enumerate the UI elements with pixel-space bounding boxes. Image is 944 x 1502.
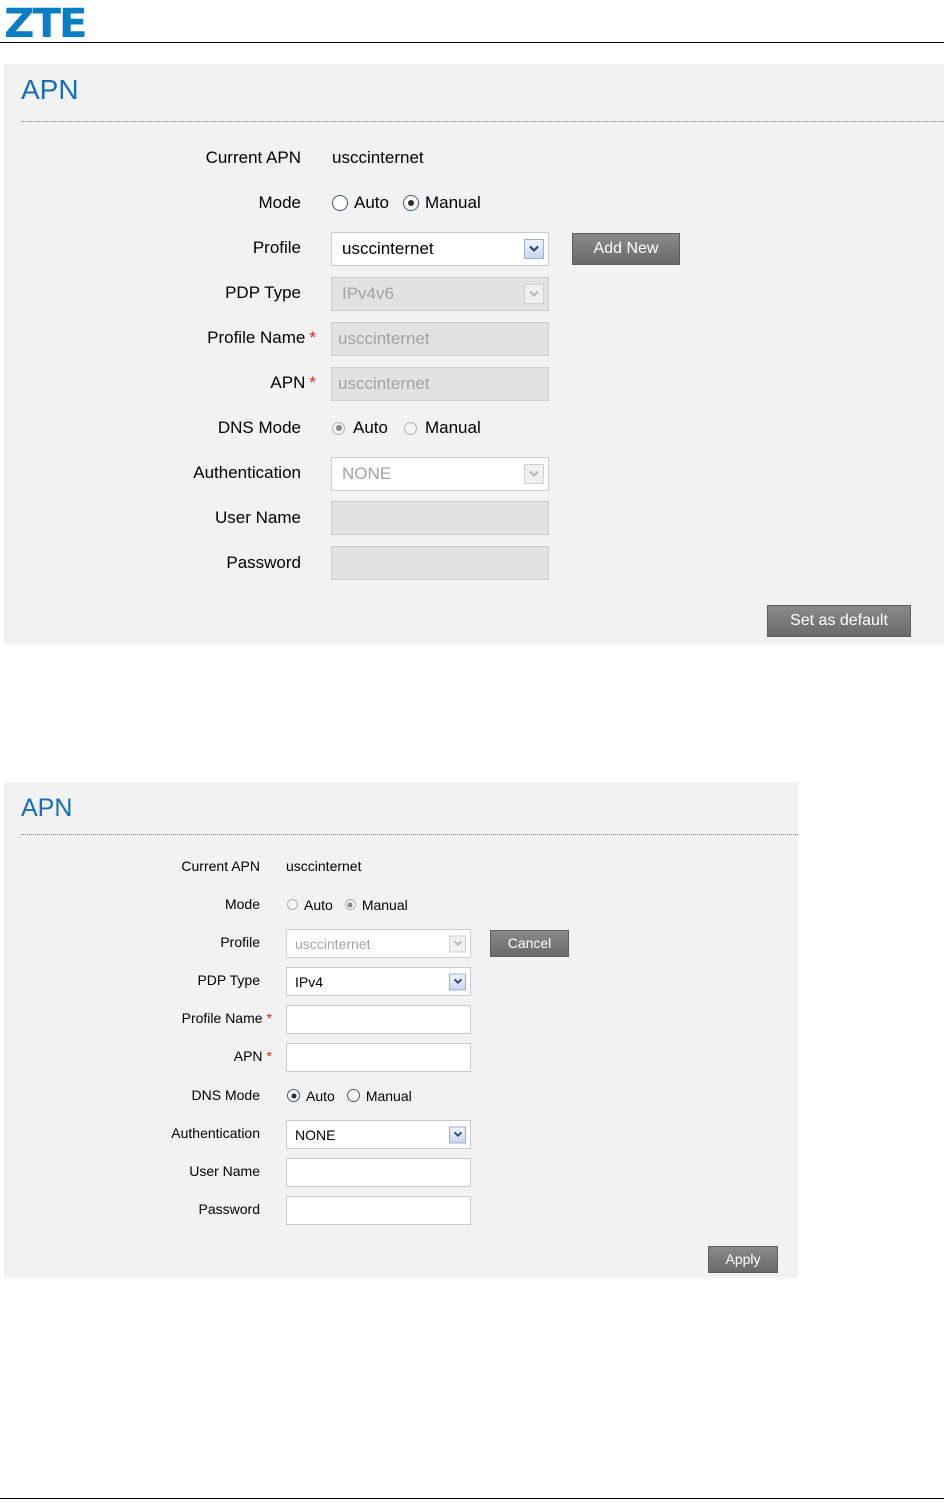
profile-select[interactable]: usccinternet [331, 232, 549, 266]
mode-manual-label: Manual [424, 193, 481, 212]
required-mark: * [266, 1010, 272, 1026]
profile-name-label-text: Profile Name [181, 1010, 263, 1026]
current-apn-value: usccinternet [286, 858, 362, 874]
required-mark: * [309, 373, 316, 392]
dns-manual-label: Manual [365, 1087, 412, 1104]
chevron-down-icon [524, 464, 544, 484]
chevron-down-icon [449, 935, 466, 952]
user-name-label: User Name [215, 508, 301, 527]
add-new-button[interactable]: Add New [572, 233, 680, 265]
apply-button[interactable]: Apply [708, 1246, 778, 1273]
profile-name-label: Profile Name * [182, 1010, 272, 1026]
mode-radio-group: Auto Manual [332, 193, 481, 213]
pdp-type-select[interactable]: IPv4 [286, 967, 471, 996]
authentication-label: Authentication [193, 463, 301, 482]
current-apn-value: usccinternet [332, 148, 424, 167]
panel-title: APN [21, 74, 79, 105]
mode-manual-label: Manual [361, 896, 408, 913]
dns-manual-radio[interactable] [346, 1089, 360, 1102]
pdp-type-select-value: IPv4 [295, 973, 324, 990]
password-label: Password [226, 553, 301, 572]
user-name-input[interactable] [331, 501, 549, 535]
authentication-select[interactable]: NONE [286, 1120, 471, 1149]
apn-input[interactable]: usccinternet [331, 367, 549, 401]
title-divider [21, 834, 798, 835]
dns-manual-radio[interactable] [403, 421, 417, 435]
profile-select-value: usccinternet [295, 935, 371, 952]
mode-auto-label: Auto [354, 193, 389, 212]
profile-select[interactable]: usccinternet [286, 929, 471, 958]
dns-mode-radio-group: Auto Manual [332, 418, 481, 438]
footer-divider [0, 1498, 944, 1499]
required-mark: * [266, 1048, 272, 1064]
authentication-select-value: NONE [295, 1126, 336, 1143]
dns-auto-radio[interactable] [332, 421, 345, 435]
password-input[interactable] [331, 546, 549, 580]
profile-name-input[interactable]: usccinternet [331, 322, 549, 356]
dns-auto-label: Auto [353, 418, 388, 437]
authentication-select[interactable]: NONE [331, 457, 549, 491]
apn-panel-add-new: APN Current APN usccinternet Mode Auto M… [4, 782, 798, 1278]
mode-auto-radio[interactable] [287, 899, 298, 910]
dns-auto-label: Auto [306, 1087, 335, 1104]
apn-input[interactable] [286, 1043, 471, 1072]
profile-label: Profile [220, 934, 260, 950]
chevron-down-icon [449, 973, 466, 990]
chevron-down-icon [524, 239, 544, 259]
pdp-type-select[interactable]: IPv4v6 [331, 277, 549, 311]
dns-auto-radio[interactable] [287, 1089, 300, 1102]
authentication-label: Authentication [171, 1125, 260, 1141]
profile-select-value: usccinternet [342, 239, 434, 258]
user-name-label: User Name [189, 1163, 260, 1179]
current-apn-label: Current APN [205, 148, 301, 167]
title-divider [21, 121, 944, 122]
password-label: Password [198, 1201, 260, 1217]
pdp-type-label: PDP Type [225, 283, 301, 302]
dns-mode-radio-group: Auto Manual [287, 1087, 412, 1104]
apn-label: APN * [234, 1048, 272, 1064]
zte-logo: ZTE [4, 1, 88, 47]
user-name-input[interactable] [286, 1158, 471, 1187]
pdp-type-label: PDP Type [197, 972, 260, 988]
mode-auto-radio[interactable] [332, 195, 348, 211]
apn-input-value: usccinternet [338, 374, 430, 393]
mode-label: Mode [258, 193, 301, 212]
mode-auto-label: Auto [304, 896, 333, 913]
current-apn-label: Current APN [181, 858, 260, 874]
profile-label: Profile [252, 238, 301, 257]
profile-name-input[interactable] [286, 1005, 471, 1034]
cancel-button[interactable]: Cancel [490, 930, 569, 957]
apn-label: APN * [270, 373, 316, 393]
dns-mode-label: DNS Mode [191, 1087, 260, 1103]
apn-label-text: APN [270, 373, 306, 392]
dns-manual-label: Manual [424, 418, 481, 437]
pdp-type-select-value: IPv4v6 [342, 284, 394, 303]
required-mark: * [309, 328, 316, 347]
mode-manual-radio[interactable] [402, 195, 419, 211]
dns-mode-label: DNS Mode [217, 418, 301, 437]
chevron-down-icon [524, 284, 544, 304]
mode-label: Mode [224, 896, 260, 912]
profile-name-label: Profile Name * [207, 328, 316, 348]
set-as-default-button[interactable]: Set as default [767, 605, 911, 637]
chevron-down-icon [449, 1126, 466, 1143]
header-divider [0, 42, 944, 43]
profile-name-label-text: Profile Name [207, 328, 306, 347]
authentication-select-value: NONE [342, 464, 392, 483]
apn-panel-view: APN Current APN usccinternet Mode Auto M… [4, 64, 944, 644]
password-input[interactable] [286, 1196, 471, 1225]
apn-label-text: APN [233, 1048, 263, 1064]
mode-manual-radio[interactable] [344, 899, 356, 910]
panel-title: APN [21, 794, 73, 822]
mode-radio-group: Auto Manual [287, 896, 408, 913]
profile-name-input-value: usccinternet [338, 329, 430, 348]
